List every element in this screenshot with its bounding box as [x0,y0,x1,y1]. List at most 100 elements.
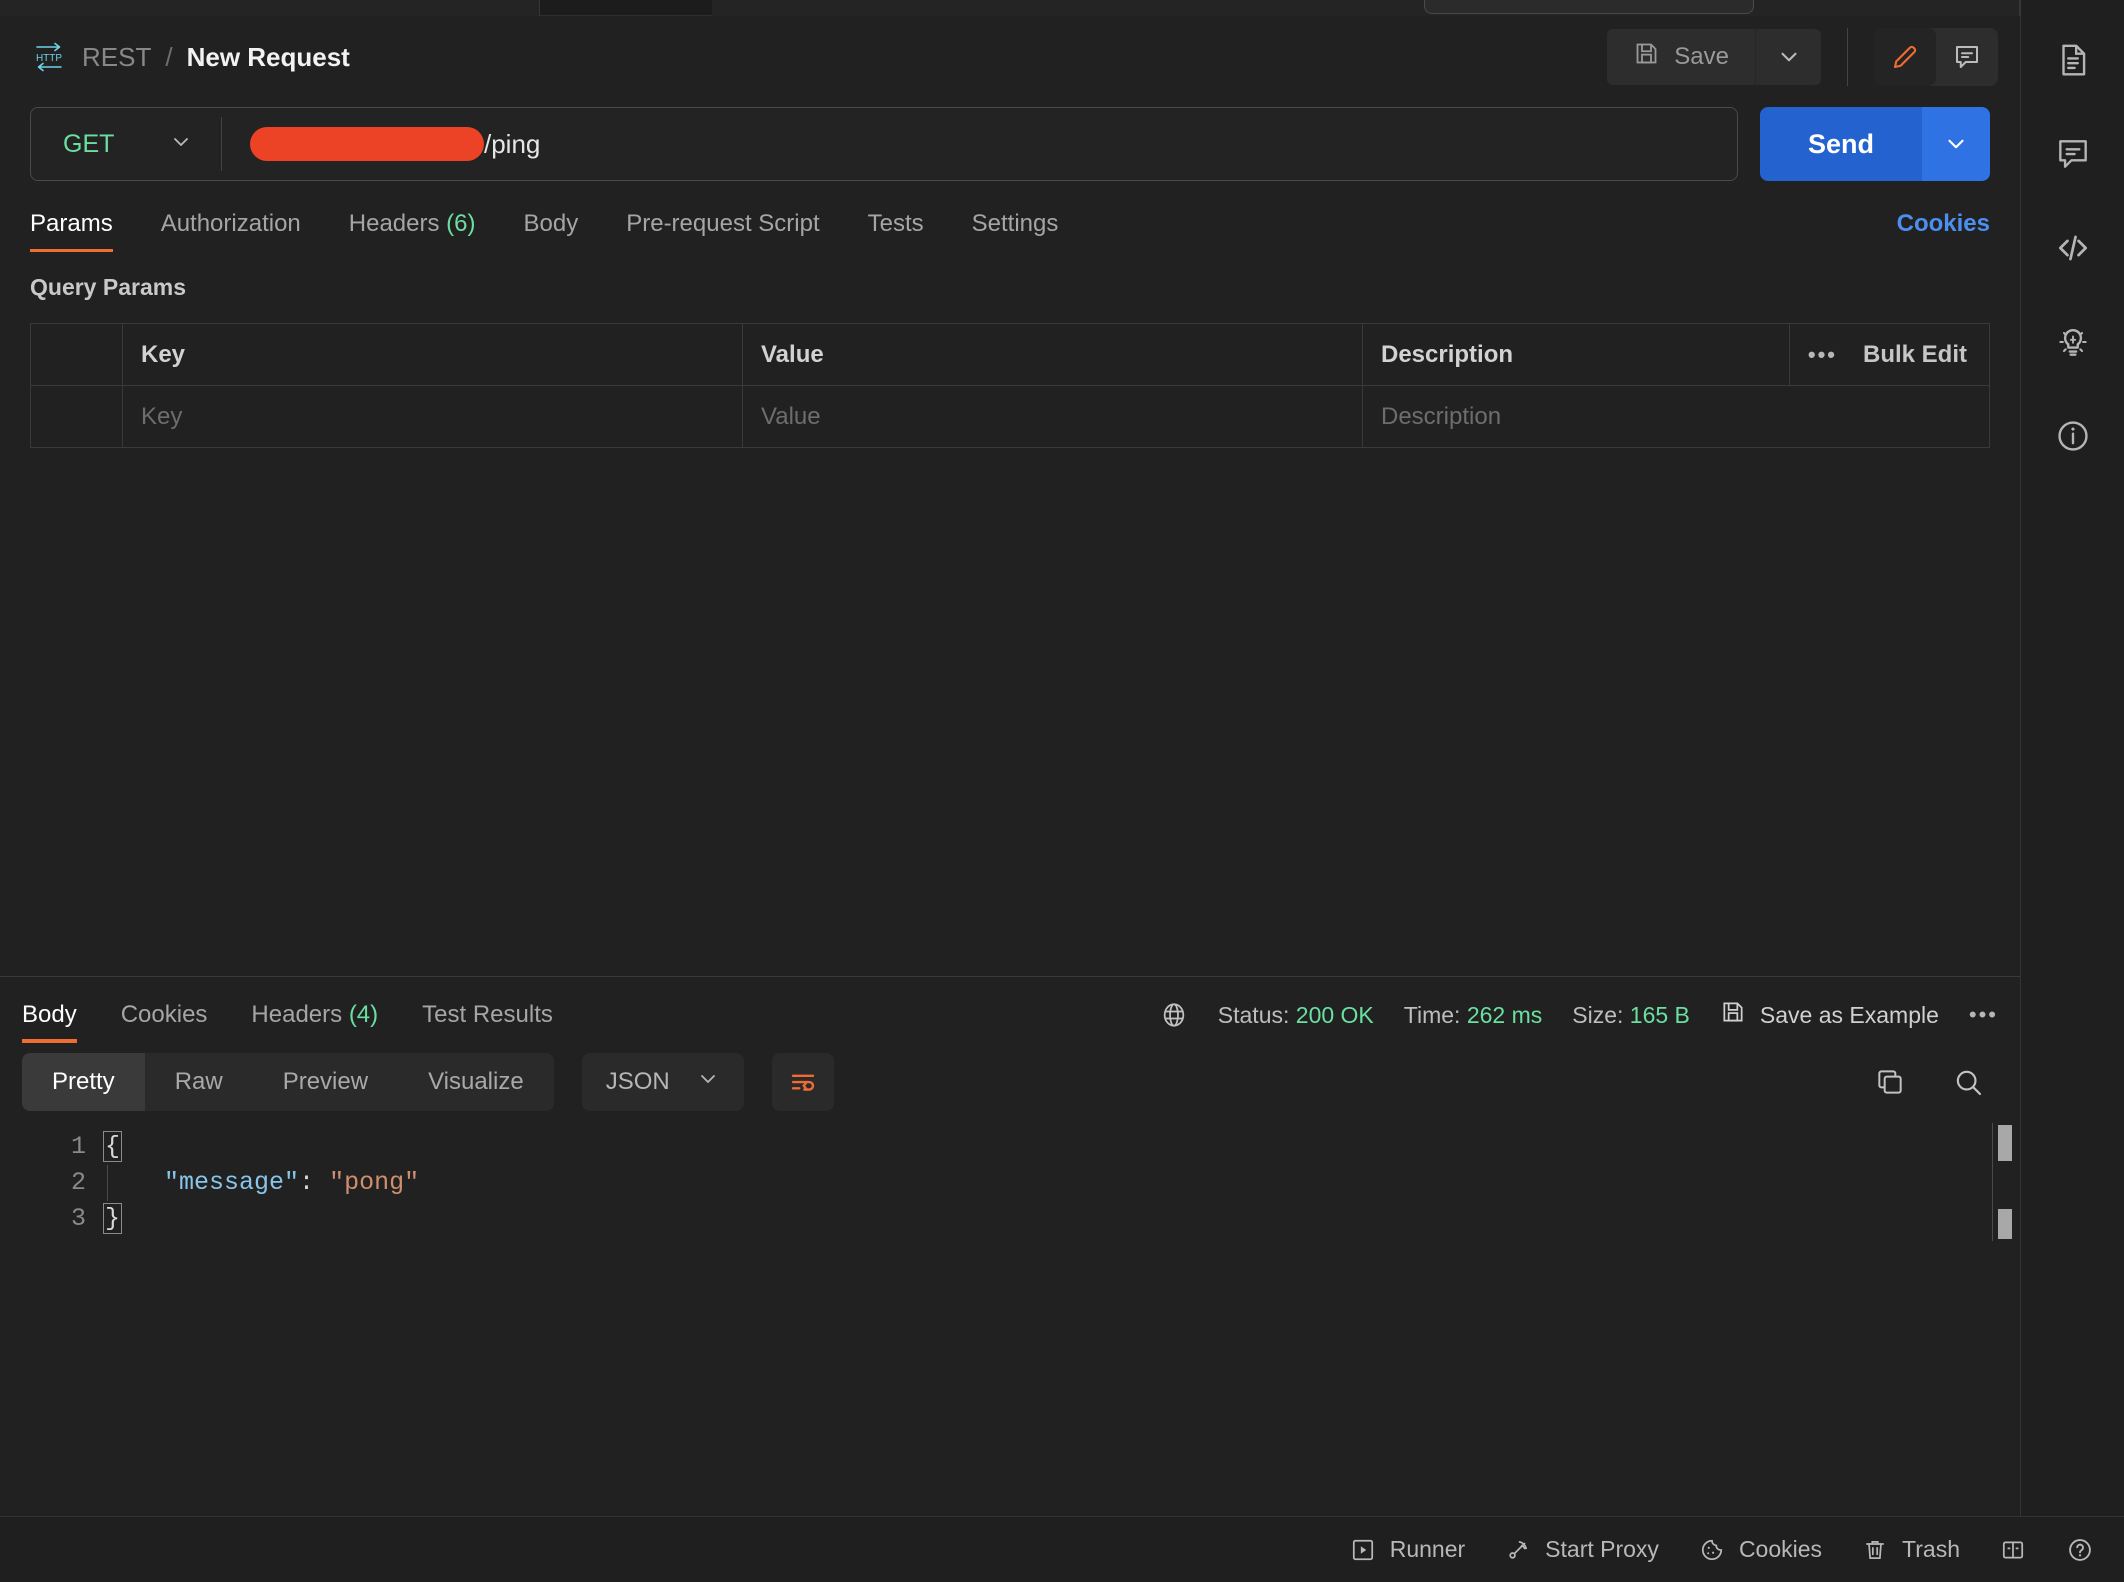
info-icon[interactable] [2051,414,2095,458]
url-bar-row: GET /ping Send [0,98,2020,190]
code-line: } [102,1201,2020,1237]
header-value: Value [742,323,1363,386]
http-method-select[interactable]: GET [31,108,221,180]
save-button[interactable]: Save [1607,29,1755,85]
runner-button[interactable]: Runner [1350,1536,1465,1563]
view-mode-pretty[interactable]: Pretty [22,1053,145,1111]
scrollbar-thumb[interactable] [1998,1125,2012,1161]
time-label: Time: [1403,1001,1461,1028]
line-number: 3 [70,1204,86,1233]
copy-icon[interactable] [1874,1066,1906,1098]
search-icon[interactable] [1952,1066,1984,1098]
status-badge: 200 OK [1295,1001,1374,1028]
save-as-example-button[interactable]: Save as Example [1720,999,1939,1031]
two-pane-layout-icon [2000,1537,2026,1563]
response-format-select[interactable]: JSON [581,1053,744,1111]
page-title[interactable]: New Request [187,42,350,73]
runner-icon [1350,1537,1376,1563]
tab-params[interactable]: Params [30,210,113,252]
tab-pre-request-script[interactable]: Pre-request Script [626,210,819,252]
send-button[interactable]: Send [1759,107,1922,181]
tab-strip-segment[interactable] [712,0,2020,16]
response-more-icon[interactable]: ••• [1969,1002,1998,1028]
close-brace: } [102,1203,123,1234]
tab-strip-search-pill[interactable] [1424,0,1754,14]
globe-icon[interactable] [1160,1001,1188,1029]
url-input[interactable]: /ping [222,127,1737,161]
header-actions: Save [1607,28,1998,86]
cookies-button[interactable]: Cookies [1699,1536,1822,1563]
tab-headers[interactable]: Headers (6) [349,210,476,252]
view-mode-visualize[interactable]: Visualize [398,1053,554,1111]
row-key-input[interactable]: Key [122,385,743,448]
start-proxy-button[interactable]: Start Proxy [1505,1536,1659,1563]
right-sidebar [2020,16,2124,1516]
view-mode-raw[interactable]: Raw [145,1053,253,1111]
tab-authorization[interactable]: Authorization [161,210,301,252]
tab-body[interactable]: Body [524,210,579,252]
breadcrumb-root[interactable]: REST [82,42,151,73]
response-pane: Body Cookies Headers (4) Test Results St… [0,976,2020,1516]
comments-icon[interactable] [2051,132,2095,176]
response-tab-headers[interactable]: Headers (4) [251,1001,378,1043]
two-pane-layout-button[interactable] [2000,1537,2026,1563]
save-icon [1633,40,1660,74]
response-tab-body[interactable]: Body [22,1001,77,1043]
response-tab-cookies[interactable]: Cookies [121,1001,208,1043]
code-snippet-icon[interactable] [2051,226,2095,270]
comment-mode-button[interactable] [1936,28,1998,86]
redaction-bar [250,127,484,161]
code-line: "message": "pong" [104,1165,2020,1201]
cookies-link[interactable]: Cookies [1897,210,1990,252]
header-description: Description [1362,323,1790,386]
edit-mode-button[interactable] [1874,28,1936,86]
view-mode-preview[interactable]: Preview [253,1053,398,1111]
response-view-mode-group: Pretty Raw Preview Visualize [22,1053,554,1111]
tab-strip-segment[interactable] [0,0,540,16]
open-brace: { [102,1131,123,1162]
view-mode-group [1874,28,1998,86]
chevron-down-icon [169,130,193,159]
row-checkbox-cell[interactable] [30,385,123,448]
response-body-editor[interactable]: 1 2 3 { "message": "pong" } [0,1111,2020,1516]
tab-label: Test Results [422,1001,553,1028]
tab-label: Body [22,1001,77,1028]
response-view-toolbar: Pretty Raw Preview Visualize JSON [0,1043,2020,1111]
documentation-icon[interactable] [2051,38,2095,82]
tab-label: Params [30,210,113,237]
more-horizontal-icon[interactable]: ••• [1808,342,1837,368]
table-header-row: Key Value Description ••• Bulk Edit [30,323,1990,386]
trash-icon [1862,1537,1888,1563]
trash-button[interactable]: Trash [1862,1536,1960,1563]
header-divider [1847,28,1848,86]
bulk-edit-button[interactable]: Bulk Edit [1863,341,1967,369]
tab-label: Headers [251,1001,343,1028]
response-tab-test-results[interactable]: Test Results [422,1001,553,1043]
cookies-label: Cookies [1738,1536,1823,1562]
help-button[interactable] [2066,1536,2094,1564]
window-tab-strip [0,0,2124,16]
header-checkbox-cell [30,323,123,386]
insights-icon[interactable] [2051,320,2095,364]
code-line: { [102,1129,2020,1165]
table-row[interactable]: Key Value Description [30,385,1990,448]
row-description-input[interactable]: Description [1362,385,1990,448]
word-wrap-button[interactable] [771,1053,834,1111]
query-params-section: Query Params Key Value Description ••• B… [0,252,2020,448]
send-button-group: Send [1759,107,1990,181]
tab-count: (4) [348,1001,379,1028]
postman-app-window: HTTP REST / New Request Save GET /ping S… [0,0,2124,1582]
tab-tests[interactable]: Tests [868,210,924,252]
tab-label: Body [523,210,579,237]
request-empty-space [0,448,2020,976]
send-options-button[interactable] [1922,107,1990,181]
save-options-button[interactable] [1755,29,1821,85]
scrollbar-thumb[interactable] [1998,1209,2012,1239]
editor-scrollbar[interactable] [1998,1125,2012,1239]
json-value: "pong" [329,1168,420,1197]
size-text: Size: 165 B [1572,1002,1690,1029]
tab-settings[interactable]: Settings [972,210,1059,252]
row-value-input[interactable]: Value [742,385,1363,448]
request-response-pane: HTTP REST / New Request Save GET /ping S… [0,16,2020,1516]
tab-label: Tests [867,210,924,237]
